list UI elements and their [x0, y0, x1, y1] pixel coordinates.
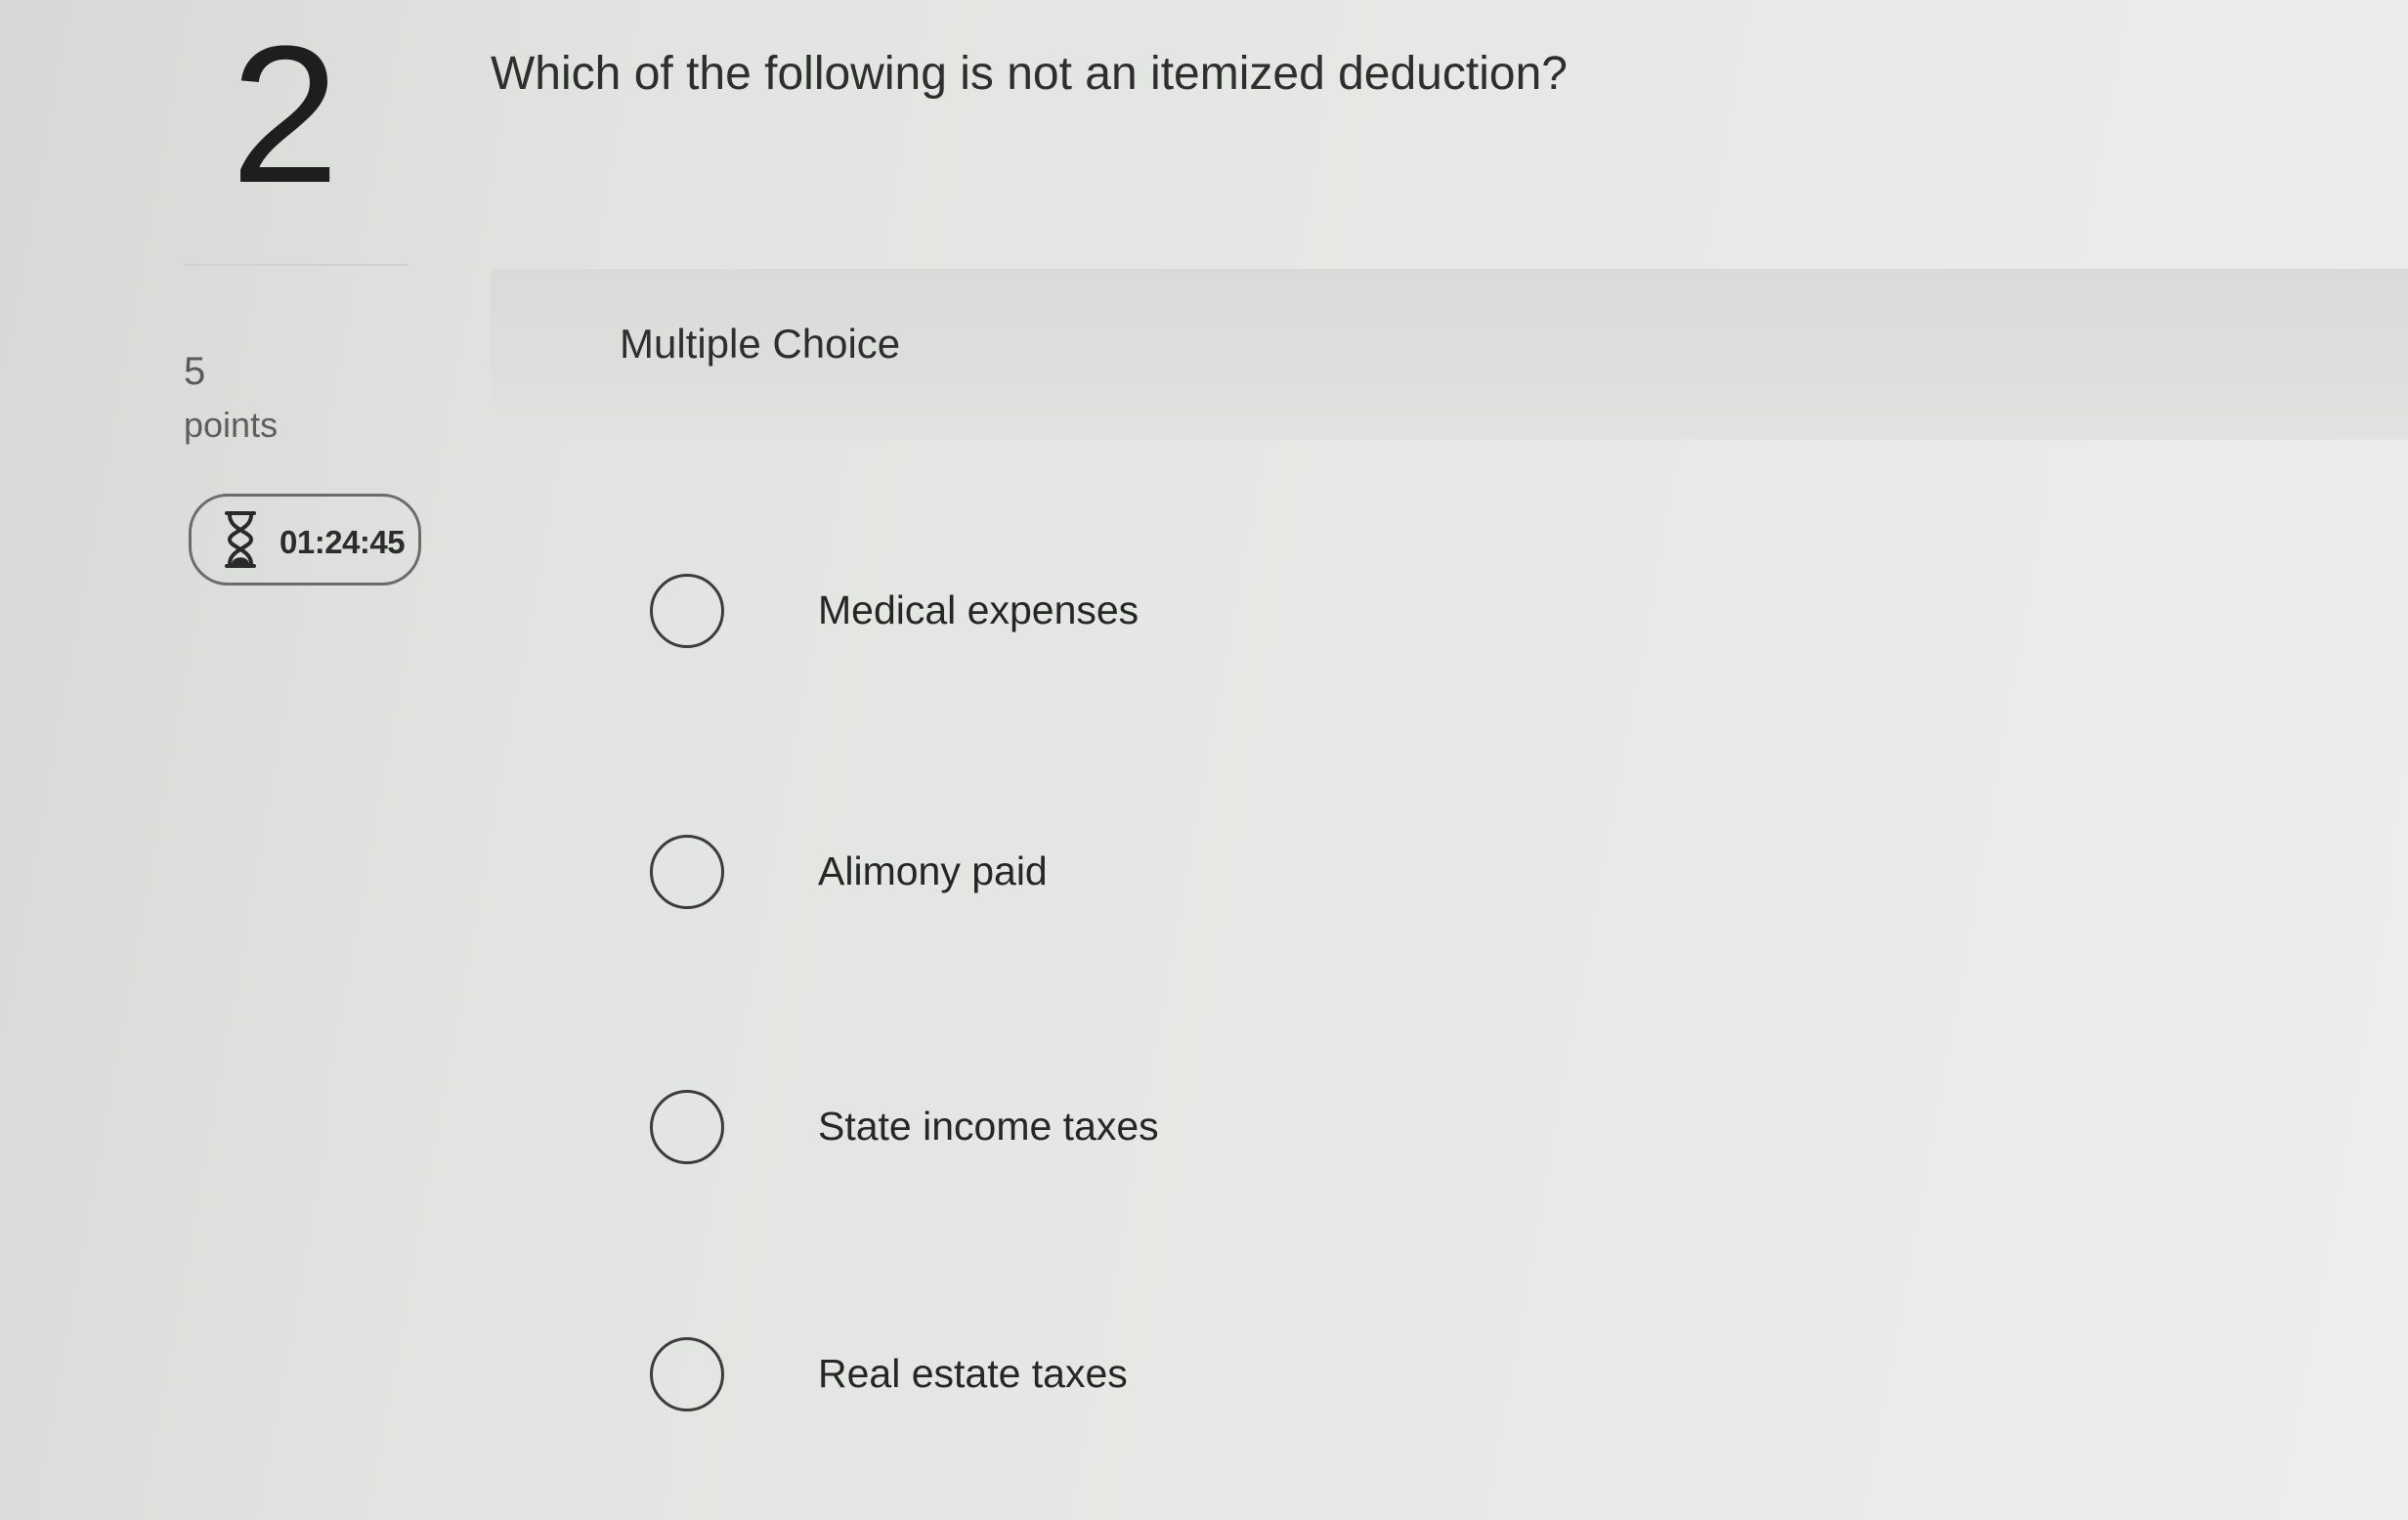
quiz-page: 2 5 points 01:24:45 Which of the followi… [0, 0, 2408, 1520]
timer-badge[interactable]: 01:24:45 [189, 494, 421, 586]
question-type-label: Multiple Choice [620, 321, 901, 367]
question-sidebar: 2 5 points 01:24:45 [0, 0, 450, 1520]
points-label: points [184, 405, 279, 445]
radio-button[interactable] [650, 1337, 724, 1411]
answer-option[interactable]: Medical expenses [650, 570, 1529, 658]
radio-button[interactable] [650, 574, 724, 648]
divider [184, 264, 408, 266]
question-prompt: Which of the following is not an itemize… [491, 48, 1568, 100]
timer-value: 01:24:45 [280, 524, 406, 560]
answer-option-label[interactable]: Real estate taxes [818, 1351, 1128, 1397]
question-number: 2 [231, 6, 340, 224]
answer-option-label[interactable]: Medical expenses [818, 587, 1139, 633]
radio-button[interactable] [650, 835, 724, 909]
radio-button[interactable] [650, 1090, 724, 1164]
answer-option-label[interactable]: State income taxes [818, 1104, 1159, 1150]
answer-option[interactable]: Alimony paid [650, 831, 1529, 919]
answer-option-label[interactable]: Alimony paid [818, 848, 1048, 894]
hourglass-icon [223, 510, 258, 569]
points-value: 5 [184, 350, 206, 393]
answer-option[interactable]: Real estate taxes [650, 1333, 1529, 1421]
answer-option[interactable]: State income taxes [650, 1086, 1529, 1174]
